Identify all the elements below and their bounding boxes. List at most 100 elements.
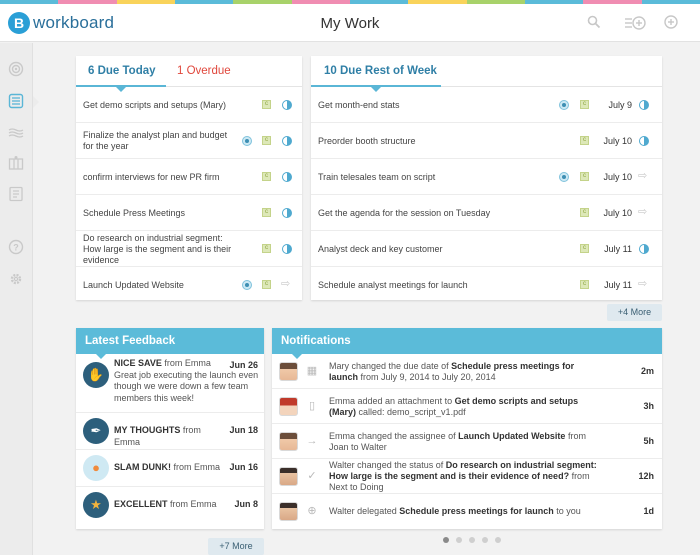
tab-rest-of-week[interactable]: 10 Due Rest of Week [324,65,437,77]
task-title[interactable]: Analyst deck and key customer [318,231,548,267]
checkin-icon[interactable]: c [580,172,589,181]
tab-due-today[interactable]: 6 Due Today [88,65,156,77]
task-title[interactable]: confirm interviews for new PR firm [83,159,233,195]
pager-dot[interactable] [495,537,501,543]
feedback-text: SLAM DUNK! from Emma [114,462,226,474]
pager-dot[interactable] [443,537,449,543]
add-icon[interactable] [662,15,680,33]
target-icon[interactable] [7,61,25,79]
task-row[interactable]: Schedule analyst meetings for launch c Jul… [311,267,662,303]
task-row[interactable]: Analyst deck and key customer c July 11 [311,231,662,267]
notification-text[interactable]: Emma changed the assignee of Launch Upda… [329,424,597,459]
pen-icon: ✒ [83,418,109,444]
notifications-title: Notifications [281,335,351,347]
checkin-icon[interactable]: c [262,244,271,253]
task-row[interactable]: Preorder booth structure c July 10 [311,123,662,159]
notification-text[interactable]: Walter delegated Schedule press meetings… [329,494,597,529]
checkin-icon[interactable]: c [580,244,589,253]
search-icon[interactable] [585,15,603,33]
feedback-item[interactable]: ● SLAM DUNK! from Emma Jun 16 [76,450,264,487]
settings-icon[interactable] [7,271,25,289]
priority-target-icon[interactable] [559,172,569,182]
task-row[interactable]: Get the agenda for the session on Tuesda… [311,195,662,231]
task-title[interactable]: Finalize the analyst plan and budget for… [83,123,233,159]
checkin-icon[interactable]: c [262,172,271,181]
add-list-icon[interactable] [624,15,646,33]
notifications-card: Notifications ▦ Mary changed the due date… [272,328,662,529]
notification-text[interactable]: Walter changed the status of Do research… [329,459,597,494]
rest-of-week-more-button[interactable]: +4 More [607,304,662,321]
task-row[interactable]: confirm interviews for new PR firm c [76,159,302,195]
notification-text[interactable]: Emma added an attachment to Get demo scr… [329,389,597,424]
task-row[interactable]: Finalize the analyst plan and budget for… [76,123,302,159]
tab-overdue[interactable]: 1 Overdue [177,65,231,77]
task-title[interactable]: Get demo scripts and setups (Mary) [83,87,233,123]
activity-icon[interactable] [7,125,25,143]
progress-half-icon[interactable] [282,208,292,218]
pager-dot[interactable] [469,537,475,543]
notification-text[interactable]: Mary changed the due date of Schedule pr… [329,354,597,389]
priority-target-icon[interactable] [242,280,252,290]
notification-task-link[interactable]: Schedule press meetings for launch [399,506,554,516]
task-title[interactable]: Get the agenda for the session on Tuesda… [318,195,548,231]
notification-item[interactable]: ✓ Walter changed the status of Do researc… [272,459,662,494]
notification-item[interactable]: ▯ Emma added an attachment to Get demo sc… [272,389,662,424]
task-title[interactable]: Schedule analyst meetings for launch [318,267,548,303]
checkin-icon[interactable]: c [580,100,589,109]
progress-half-icon[interactable] [282,136,292,146]
team-icon[interactable] [7,155,25,173]
feedback-from: from Emma [161,358,211,368]
arrow-right-icon[interactable]: ⇨ [638,206,650,218]
notification-prefix: Walter delegated [329,506,400,516]
checkin-icon[interactable]: c [262,136,271,145]
basketball-icon: ● [83,455,109,481]
task-title[interactable]: Launch Updated Website [83,267,233,303]
feedback-item[interactable]: ✒ MY THOUGHTS from Emma Jun 18 [76,413,264,450]
task-row[interactable]: Get month-end stats c July 9 [311,87,662,123]
my-work-icon[interactable] [7,93,25,111]
task-title[interactable]: Train telesales team on script [318,159,548,195]
avatar [279,362,298,381]
checkin-icon[interactable]: c [262,208,271,217]
task-row[interactable]: Schedule Press Meetings c [76,195,302,231]
arrow-right-icon[interactable]: ⇨ [281,278,293,290]
priority-target-icon[interactable] [242,136,252,146]
feedback-date: Jun 8 [234,499,258,509]
task-title[interactable]: Get month-end stats [318,87,548,123]
progress-half-icon[interactable] [639,100,649,110]
notification-item[interactable]: ⊕ Walter delegated Schedule press meeting… [272,494,662,529]
pager-dot[interactable] [456,537,462,543]
feedback-card: Latest Feedback ✋ NICE SAVE from Emma Grea… [76,328,264,529]
checkin-icon[interactable]: c [580,136,589,145]
notifications-header: Notifications [272,328,662,359]
progress-half-icon[interactable] [282,100,292,110]
task-row[interactable]: Train telesales team on script c July 10 ⇨ [311,159,662,195]
checkin-icon[interactable]: c [262,280,271,289]
reports-icon[interactable] [7,186,25,204]
save-icon: ✋ [83,362,109,388]
notification-item[interactable]: → Emma changed the assignee of Launch Upd… [272,424,662,459]
task-title[interactable]: Do research on industrial segment: How l… [83,231,233,267]
feedback-item[interactable]: ✋ NICE SAVE from Emma Great job executing … [76,354,264,413]
arrow-right-icon[interactable]: ⇨ [638,170,650,182]
arrow-right-icon[interactable]: ⇨ [638,278,650,290]
task-title[interactable]: Schedule Press Meetings [83,195,233,231]
notification-item[interactable]: ▦ Mary changed the due date of Schedule p… [272,354,662,389]
progress-half-icon[interactable] [282,172,292,182]
help-icon[interactable]: ? [7,239,25,257]
feedback-item[interactable]: ★ EXCELLENT from Emma Jun 8 [76,487,264,524]
feedback-more-button[interactable]: +7 More [208,538,264,555]
notification-task-link[interactable]: Launch Updated Website [458,431,565,441]
checkin-icon[interactable]: c [262,100,271,109]
checkin-icon[interactable]: c [580,280,589,289]
task-row[interactable]: Get demo scripts and setups (Mary) c [76,87,302,123]
progress-half-icon[interactable] [282,244,292,254]
progress-half-icon[interactable] [639,136,649,146]
task-title[interactable]: Preorder booth structure [318,123,548,159]
checkin-icon[interactable]: c [580,208,589,217]
progress-half-icon[interactable] [639,244,649,254]
task-row[interactable]: Do research on industrial segment: How l… [76,231,302,267]
pager-dot[interactable] [482,537,488,543]
priority-target-icon[interactable] [559,100,569,110]
task-row[interactable]: Launch Updated Website c ⇨ [76,267,302,303]
